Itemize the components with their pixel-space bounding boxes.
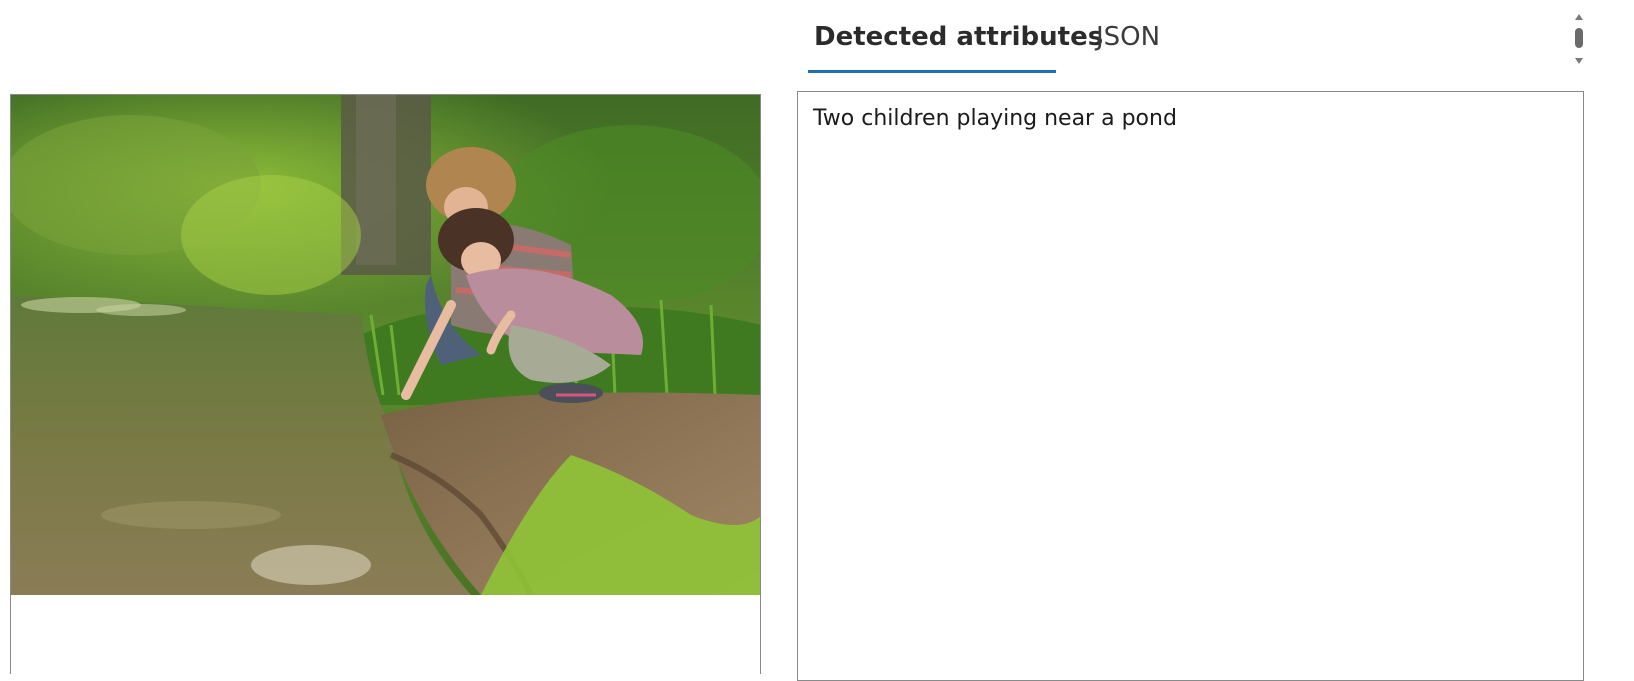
scroll-down-icon[interactable] [1575, 58, 1583, 64]
analyzed-image-panel [10, 94, 761, 674]
active-tab-indicator [808, 70, 1056, 73]
scroll-thumb[interactable] [1575, 28, 1583, 48]
tab-detected-attributes[interactable]: Detected attributes [814, 22, 1103, 52]
analyzed-photo [11, 95, 760, 595]
tab-json[interactable]: JSON [1096, 22, 1160, 52]
scroll-up-icon[interactable] [1575, 14, 1583, 20]
tab-scrollbar[interactable] [1572, 12, 1586, 68]
image-caption: Two children playing near a pond [813, 106, 1177, 131]
detected-attributes-panel: Two children playing near a pond [797, 91, 1584, 681]
